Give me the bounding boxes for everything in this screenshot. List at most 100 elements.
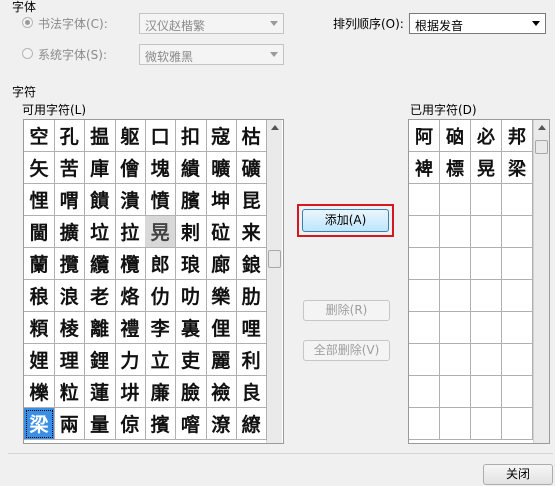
char-cell[interactable]: 躯 bbox=[114, 120, 146, 152]
used-char-cell[interactable]: 標 bbox=[440, 152, 471, 184]
char-cell[interactable]: 垃 bbox=[84, 216, 116, 248]
used-char-cell[interactable]: 必 bbox=[471, 120, 502, 152]
close-button[interactable]: 关闭 bbox=[483, 464, 553, 485]
char-cell[interactable]: 郎 bbox=[145, 248, 177, 280]
empty-char-cell[interactable] bbox=[409, 216, 440, 248]
empty-char-cell[interactable] bbox=[471, 376, 502, 408]
char-cell[interactable]: 欖 bbox=[114, 248, 146, 280]
char-cell[interactable]: 臏 bbox=[175, 184, 207, 216]
empty-char-cell[interactable] bbox=[409, 280, 440, 312]
char-cell[interactable]: 頪 bbox=[24, 312, 55, 344]
char-cell[interactable]: 坤 bbox=[205, 184, 237, 216]
char-cell[interactable]: 力 bbox=[114, 344, 146, 376]
empty-char-cell[interactable] bbox=[502, 312, 533, 344]
char-cell[interactable]: 仂 bbox=[145, 280, 177, 312]
system-font-radio[interactable] bbox=[22, 48, 33, 59]
char-cell[interactable]: 鋰 bbox=[84, 344, 116, 376]
char-cell[interactable]: 臉 bbox=[175, 376, 207, 408]
empty-char-cell[interactable] bbox=[502, 184, 533, 216]
empty-char-cell[interactable] bbox=[409, 344, 440, 376]
char-cell[interactable]: 憤 bbox=[145, 184, 177, 216]
char-cell[interactable]: 理 bbox=[54, 344, 86, 376]
scroll-thumb[interactable] bbox=[268, 250, 281, 268]
char-cell[interactable]: 枯 bbox=[236, 120, 268, 152]
empty-char-cell[interactable] bbox=[440, 344, 471, 376]
available-chars-grid[interactable]: 空孔揾躯口扣寇枯矢苦庫儈塊繢曠礦悝喟饋潰憤臏坤昆閫擴垃拉晃剌砬来蘭攬纜欖郎琅廊鋃… bbox=[23, 119, 284, 444]
used-char-cell[interactable]: 梁 bbox=[502, 152, 533, 184]
empty-char-cell[interactable] bbox=[440, 376, 471, 408]
char-cell[interactable]: 閫 bbox=[24, 216, 55, 248]
calligraphy-font-radio[interactable] bbox=[22, 17, 33, 28]
char-cell[interactable]: 悝 bbox=[24, 184, 55, 216]
empty-char-cell[interactable] bbox=[502, 376, 533, 408]
char-cell[interactable]: 哩 bbox=[236, 312, 268, 344]
empty-char-cell[interactable] bbox=[471, 248, 502, 280]
char-cell[interactable]: 晃 bbox=[145, 216, 177, 248]
calligraphy-font-select[interactable]: 汉仪赵楷繁 bbox=[139, 13, 284, 34]
char-cell[interactable]: 寇 bbox=[205, 120, 237, 152]
char-cell[interactable]: 繚 bbox=[236, 408, 268, 440]
char-cell[interactable]: 麗 bbox=[205, 344, 237, 376]
empty-char-cell[interactable] bbox=[502, 408, 533, 440]
char-cell[interactable]: 噾 bbox=[175, 408, 207, 440]
empty-char-cell[interactable] bbox=[440, 408, 471, 440]
char-cell[interactable]: 裏 bbox=[175, 312, 207, 344]
char-cell[interactable]: 樂 bbox=[205, 280, 237, 312]
char-cell[interactable]: 剌 bbox=[175, 216, 207, 248]
empty-char-cell[interactable] bbox=[440, 280, 471, 312]
char-cell[interactable]: 塊 bbox=[145, 152, 177, 184]
char-cell[interactable]: 梁 bbox=[24, 408, 55, 440]
char-cell[interactable]: 苦 bbox=[54, 152, 86, 184]
char-cell[interactable]: 老 bbox=[84, 280, 116, 312]
char-cell[interactable]: 鋃 bbox=[236, 248, 268, 280]
char-cell[interactable]: 昆 bbox=[236, 184, 268, 216]
char-cell[interactable]: 櫟 bbox=[24, 376, 55, 408]
used-chars-scrollbar[interactable] bbox=[533, 120, 549, 443]
scroll-thumb[interactable] bbox=[535, 140, 548, 154]
char-cell[interactable]: 琅 bbox=[175, 248, 207, 280]
empty-char-cell[interactable] bbox=[440, 184, 471, 216]
empty-char-cell[interactable] bbox=[471, 408, 502, 440]
empty-char-cell[interactable] bbox=[471, 312, 502, 344]
char-cell[interactable]: 量 bbox=[84, 408, 116, 440]
empty-char-cell[interactable] bbox=[471, 216, 502, 248]
used-char-cell[interactable]: 晃 bbox=[471, 152, 502, 184]
empty-char-cell[interactable] bbox=[440, 312, 471, 344]
char-cell[interactable]: 廉 bbox=[145, 376, 177, 408]
char-cell[interactable]: 粒 bbox=[54, 376, 86, 408]
char-cell[interactable]: 蓮 bbox=[84, 376, 116, 408]
char-cell[interactable]: 擯 bbox=[145, 408, 177, 440]
char-cell[interactable]: 李 bbox=[145, 312, 177, 344]
empty-char-cell[interactable] bbox=[440, 216, 471, 248]
empty-char-cell[interactable] bbox=[409, 312, 440, 344]
empty-char-cell[interactable] bbox=[409, 184, 440, 216]
char-cell[interactable]: 蘭 bbox=[24, 248, 55, 280]
char-cell[interactable]: 擴 bbox=[54, 216, 86, 248]
char-cell[interactable]: 礦 bbox=[236, 152, 268, 184]
empty-char-cell[interactable] bbox=[440, 248, 471, 280]
char-cell[interactable]: 叻 bbox=[175, 280, 207, 312]
system-font-select[interactable]: 微软雅黑 bbox=[139, 44, 284, 65]
add-button[interactable]: 添加(A) bbox=[302, 209, 389, 232]
char-cell[interactable]: 繢 bbox=[175, 152, 207, 184]
char-cell[interactable]: 烙 bbox=[114, 280, 146, 312]
char-cell[interactable]: 揾 bbox=[84, 120, 116, 152]
char-cell[interactable]: 拉 bbox=[114, 216, 146, 248]
char-cell[interactable]: 来 bbox=[236, 216, 268, 248]
char-cell[interactable]: 立 bbox=[145, 344, 177, 376]
used-char-cell[interactable]: 阿 bbox=[409, 120, 440, 152]
char-cell[interactable]: 孔 bbox=[54, 120, 86, 152]
char-cell[interactable]: 饋 bbox=[84, 184, 116, 216]
char-cell[interactable]: 吏 bbox=[175, 344, 207, 376]
empty-char-cell[interactable] bbox=[471, 280, 502, 312]
char-cell[interactable]: 利 bbox=[236, 344, 268, 376]
char-cell[interactable]: 扣 bbox=[175, 120, 207, 152]
char-cell[interactable]: 纜 bbox=[84, 248, 116, 280]
empty-char-cell[interactable] bbox=[502, 216, 533, 248]
delete-all-button[interactable]: 全部删除(V) bbox=[303, 340, 390, 361]
char-cell[interactable]: 棱 bbox=[54, 312, 86, 344]
used-chars-grid[interactable]: 阿硇必邦裨標晃梁 bbox=[408, 119, 550, 444]
empty-char-cell[interactable] bbox=[471, 344, 502, 376]
char-cell[interactable]: 矢 bbox=[24, 152, 55, 184]
empty-char-cell[interactable] bbox=[409, 248, 440, 280]
